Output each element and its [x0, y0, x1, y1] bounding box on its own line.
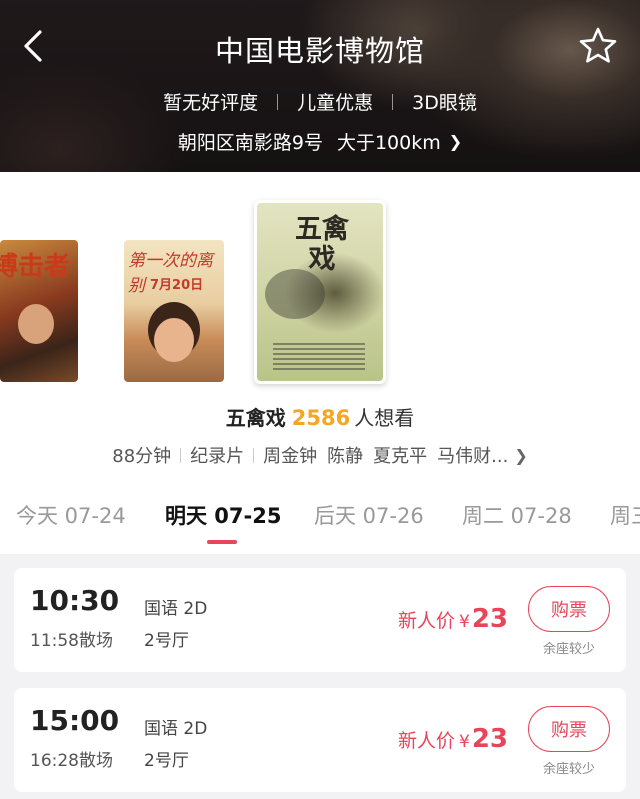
cinema-address-link[interactable]: 朝阳区南影路9号 大于100km ❯ [0, 128, 640, 155]
movie-genre: 纪录片 [190, 446, 245, 467]
poster-date: 7月20日 [150, 278, 204, 293]
price-label: 新人价 [398, 610, 456, 632]
divider [180, 447, 182, 463]
movie-duration: 88分钟 [112, 446, 172, 467]
tag-3d-glasses: 3D眼镜 [412, 92, 477, 114]
price: 新人价 ¥23 [398, 604, 508, 634]
hall-name: 2号厅 [144, 631, 189, 651]
want-label: 人想看 [354, 406, 415, 430]
poster-title: 五禽戏 [295, 214, 349, 275]
poster-figure [154, 318, 194, 362]
want-count: 2586 [291, 406, 351, 430]
chevron-right-icon: ❯ [514, 445, 528, 465]
tab-tuesday[interactable]: 周二 07-28 [462, 500, 572, 530]
poster-title: 搏击者 [0, 252, 71, 282]
poster-figure [18, 304, 54, 344]
cast-member: 周金钟 [263, 446, 318, 467]
tag-rating: 暂无好评度 [163, 92, 259, 114]
chevron-right-icon: ❯ [448, 132, 463, 151]
tab-wednesday[interactable]: 周三 [610, 500, 640, 530]
hall-name: 2号厅 [144, 751, 189, 771]
start-time: 15:00 [30, 704, 120, 737]
tag-child-discount: 儿童优惠 [297, 92, 374, 114]
divider [253, 447, 255, 463]
movie-poster[interactable]: 第一次的离别 7月20日 [124, 240, 224, 382]
end-time: 11:58散场 [30, 631, 113, 651]
price-amount: 23 [471, 604, 509, 634]
cinema-tags: 暂无好评度 儿童优惠 3D眼镜 [0, 88, 640, 115]
divider [392, 93, 394, 110]
favorite-button[interactable] [578, 26, 618, 66]
back-button[interactable] [18, 28, 52, 64]
cast-member: 马伟财... [437, 446, 509, 467]
poster-carousel[interactable]: 搏击者 第一次的离别 7月20日 五禽戏 五禽戏 2586 人想看 88分钟 纪录片… [0, 172, 640, 470]
price-amount: 23 [471, 724, 509, 754]
tab-today[interactable]: 今天 07-24 [16, 500, 126, 530]
tab-day-after[interactable]: 后天 07-26 [314, 500, 424, 530]
chevron-left-icon [24, 30, 42, 62]
language-format: 国语 2D [144, 599, 208, 619]
price: 新人价 ¥23 [398, 724, 508, 754]
address-text: 朝阳区南影路9号 [177, 132, 323, 154]
star-outline-icon [579, 27, 617, 63]
showtime-card[interactable]: 10:30 11:58散场 国语 2D 2号厅 新人价 ¥23 购票 余座较少 [14, 568, 626, 672]
buy-ticket-button[interactable]: 购票 [528, 586, 610, 632]
movie-poster[interactable]: 搏击者 [0, 240, 78, 382]
distance-text: 大于100km [336, 132, 441, 154]
poster-ink-art [265, 269, 325, 319]
divider [277, 93, 279, 110]
date-tabs: 今天 07-24 明天 07-25 后天 07-26 周二 07-28 周三 [0, 470, 640, 554]
cast-member: 夏克平 [373, 446, 428, 467]
movie-name: 五禽戏 [225, 406, 286, 430]
seat-availability: 余座较少 [542, 642, 595, 657]
currency-symbol: ¥ [459, 612, 470, 632]
tab-tomorrow[interactable]: 明天 07-25 [165, 500, 281, 530]
cinema-header: 中国电影博物馆 暂无好评度 儿童优惠 3D眼镜 朝阳区南影路9号 大于100km… [0, 0, 640, 172]
start-time: 10:30 [30, 584, 120, 617]
buy-ticket-button[interactable]: 购票 [528, 706, 610, 752]
movie-info-link[interactable]: 88分钟 纪录片 周金钟 陈静 夏克平 马伟财... ❯ [0, 442, 640, 468]
cast-member: 陈静 [327, 446, 364, 467]
language-format: 国语 2D [144, 719, 208, 739]
poster-image: 五禽戏 [257, 203, 383, 381]
seat-availability: 余座较少 [542, 762, 595, 777]
end-time: 16:28散场 [30, 751, 113, 771]
movie-poster-selected[interactable]: 五禽戏 [254, 200, 386, 384]
poster-credits [273, 343, 365, 371]
cinema-title: 中国电影博物馆 [214, 34, 425, 68]
price-label: 新人价 [398, 730, 456, 752]
currency-symbol: ¥ [459, 732, 470, 752]
active-tab-indicator [207, 540, 237, 544]
showtime-card[interactable]: 15:00 16:28散场 国语 2D 2号厅 新人价 ¥23 购票 余座较少 [14, 688, 626, 792]
movie-title-line: 五禽戏 2586 人想看 [0, 402, 640, 431]
